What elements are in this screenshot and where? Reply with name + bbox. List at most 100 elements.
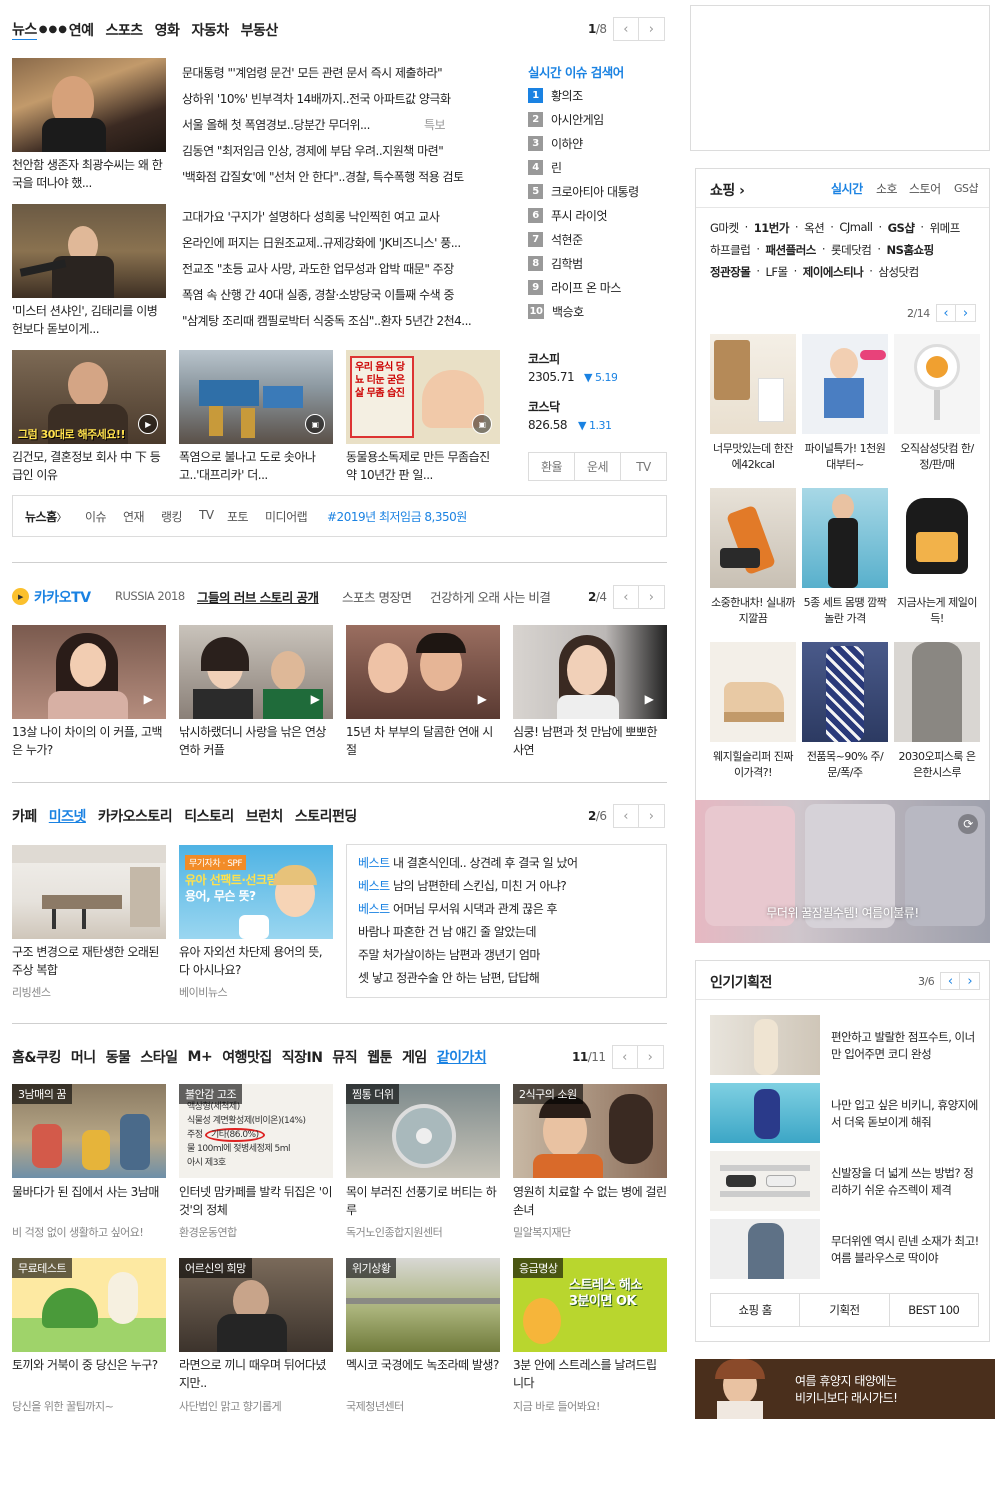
events-title[interactable]: 인기기획전 [710, 972, 772, 992]
tab-car[interactable]: 자동차 [191, 20, 229, 40]
kakaotv-thumb-2[interactable]: ▶ [179, 625, 333, 719]
tab-sports-highlights[interactable]: 스포츠 명장면 [342, 587, 411, 606]
kakaotv-caption-3[interactable]: 15년 차 부부의 달콤한 연애 시절 [346, 723, 500, 761]
link-issue[interactable]: 이슈 [85, 508, 106, 525]
news-thumb-caption-1[interactable]: 김건모, 결혼정보 회사 中 下 등급인 이유 [12, 448, 166, 486]
home-source-7[interactable]: 국제청년센터 [346, 1398, 404, 1414]
home-source-4[interactable]: 밀알복지재단 [513, 1224, 571, 1240]
exchange-button[interactable]: 환율 [529, 453, 575, 480]
home-caption-3[interactable]: 목이 부러진 선풍기로 버티는 하루 [346, 1183, 500, 1221]
tab-webtoon[interactable]: 웹툰 [367, 1047, 392, 1067]
product-caption-3[interactable]: 오직삼성닷컴 한/정/판/매 [894, 441, 980, 473]
tab-tistory[interactable]: 티스토리 [184, 806, 234, 826]
tab-movie[interactable]: 영화 [155, 20, 180, 40]
product-image-2[interactable] [802, 334, 888, 434]
home-caption-6[interactable]: 라면으로 끼니 때우며 뒤어다녔지만.. [179, 1356, 333, 1394]
rank-item-2[interactable]: 2 아시안게임 [528, 111, 604, 128]
tab-health[interactable]: 건강하게 오래 사는 비결 [430, 587, 550, 606]
tab-music[interactable]: 뮤직 [332, 1047, 357, 1067]
shop-tab-gs[interactable]: GS샵 [954, 180, 978, 196]
headline-3[interactable]: 서울 올해 첫 폭염경보..당분간 무더위... [182, 116, 422, 133]
rank-item-4[interactable]: 4린 [528, 159, 562, 176]
link-tv[interactable]: TV [199, 508, 214, 522]
tab-travel[interactable]: 여행맛집 [222, 1047, 272, 1067]
product-caption-7[interactable]: 웨지힐슬리퍼 진짜 이가격?! [710, 749, 796, 781]
home-thumb-1[interactable]: 3남매의 꿈 [12, 1084, 166, 1178]
tab-kakaostory[interactable]: 카카오스토리 [98, 806, 173, 826]
event-text-1[interactable]: 편안하고 발랄한 점프수트, 이너만 입어주면 코디 완성 [831, 1029, 981, 1063]
tab-sports[interactable]: 스포츠 [106, 20, 144, 40]
link-medialab[interactable]: 미디어랩 [265, 508, 307, 525]
best-post-3[interactable]: 베스트 어머님 무서워 시댁과 관계 끊은 후 [358, 900, 557, 917]
prev-icon[interactable]: ‹ [612, 17, 639, 41]
next-icon[interactable]: › [955, 304, 976, 322]
event-text-3[interactable]: 신발장을 더 넓게 쓰는 방법? 정리하기 쉬운 슈즈렉이 제격 [831, 1165, 981, 1199]
event-image-4[interactable] [710, 1219, 820, 1279]
shop-tab-realtime[interactable]: 실시간 [831, 180, 863, 197]
kakaotv-caption-4[interactable]: 심쿵! 남편과 첫 만남에 뽀뽀한 사연 [513, 723, 667, 761]
tab-home-cooking[interactable]: 홈&쿠킹 [12, 1047, 61, 1067]
cafe-caption-2[interactable]: 유아 자외선 차단제 용어의 뜻, 다 아시나요? [179, 943, 333, 981]
news-photo-caption-2[interactable]: '미스터 션샤인', 김태리를 이병헌보다 돋보이게... [12, 302, 166, 340]
tab-entertainment[interactable]: 연예 [69, 20, 94, 40]
next-icon[interactable]: › [960, 972, 981, 990]
product-image-9[interactable] [894, 642, 980, 742]
home-caption-1[interactable]: 물바다가 된 집에서 사는 3남매 [12, 1183, 166, 1221]
home-source-1[interactable]: 비 걱정 없이 생활하고 싶어요! [12, 1224, 144, 1240]
product-image-8[interactable] [802, 642, 888, 742]
tab-together[interactable]: 같이가치 [437, 1047, 487, 1067]
news-photo-1[interactable] [12, 58, 166, 152]
tab-miznet[interactable]: 미즈넷 [49, 806, 87, 826]
realtime-title[interactable]: 실시간 이슈 검색어 [528, 62, 624, 81]
link-series[interactable]: 연재 [123, 508, 144, 525]
product-image-7[interactable] [710, 642, 796, 742]
tab-storyfunding[interactable]: 스토리펀딩 [295, 806, 357, 826]
post-4[interactable]: 바람나 파혼한 건 남 얘긴 줄 알았는데 [358, 923, 536, 940]
home-source-2[interactable]: 환경운동연합 [179, 1224, 237, 1240]
event-text-2[interactable]: 나만 입고 싶은 비키니, 휴양지에서 더욱 돋보이게 해줘 [831, 1097, 981, 1131]
prev-icon[interactable]: ‹ [612, 804, 639, 828]
best100-button[interactable]: BEST 100 [890, 1294, 978, 1326]
rank-item-3[interactable]: 3 이하얀 [528, 135, 583, 152]
tab-russia[interactable]: RUSSIA 2018 [115, 589, 185, 603]
product-caption-5[interactable]: 5종 세트 몸땡 깜짝놀란 가격 [802, 595, 888, 627]
home-thumb-7[interactable]: 위기상황 [346, 1258, 500, 1352]
home-source-8[interactable]: 지금 바로 들어봐요! [513, 1398, 600, 1414]
best-post-1[interactable]: 베스트 내 결혼식인데.. 상견례 후 결국 일 났어 [358, 854, 578, 871]
link-photo[interactable]: 포토 [227, 508, 248, 525]
kospi-label[interactable]: 코스피 [528, 350, 560, 367]
headline-1[interactable]: 문대통령 "'계엄령 문건' 모든 관련 문서 즉시 제출하라" [182, 64, 512, 81]
product-caption-4[interactable]: 소중한내차! 실내까지깔끔 [710, 595, 796, 627]
rank-item-8[interactable]: 8 김학범 [528, 255, 583, 272]
more-dots-icon[interactable]: ●●● [39, 24, 67, 35]
rank-item-5[interactable]: 5 크로아티아 대통령 [528, 183, 639, 200]
tab-love-story[interactable]: 그들의 러브 스토리 공개 [197, 587, 319, 606]
product-caption-9[interactable]: 2030오피스룩 은은한시스루 [894, 749, 980, 781]
news-thumb-caption-3[interactable]: 동물용소독제로 만든 무좀습진약 10년간 판 일... [346, 448, 500, 486]
news-photo-caption-1[interactable]: 천안함 생존자 최광수씨는 왜 한국을 떠나야 했... [12, 156, 166, 194]
home-caption-8[interactable]: 3분 안에 스트레스를 날려드립니다 [513, 1356, 667, 1394]
next-icon[interactable]: › [638, 17, 665, 41]
news-thumb-3[interactable]: 우리 음식 당뇨 티눈 굳은살 무좀 습진 ▣ [346, 350, 500, 444]
product-image-6[interactable] [894, 488, 980, 588]
home-thumb-4[interactable]: 2식구의 소원 [513, 1084, 667, 1178]
tab-brunch[interactable]: 브런치 [246, 806, 284, 826]
news-home-link[interactable]: 뉴스홈〉 [25, 508, 66, 525]
rank-item-10[interactable]: 10 백승호 [528, 303, 584, 320]
tab-money[interactable]: 머니 [71, 1047, 96, 1067]
ad-box-top[interactable] [690, 5, 990, 151]
home-thumb-2[interactable]: 액상형(세척제) 식물성 계면활성제(비이온)(14%) 주정 기타(86.0%… [179, 1084, 333, 1178]
product-image-5[interactable] [802, 488, 888, 588]
home-source-3[interactable]: 독거노인종합지원센터 [346, 1224, 443, 1240]
headline-7[interactable]: 온라인에 퍼지는 日원조교제..규제강화에 'JK비즈니스' 풍... [182, 234, 512, 251]
tab-cafe[interactable]: 카페 [12, 806, 37, 826]
headline-tag[interactable]: 특보 [424, 116, 445, 133]
headline-4[interactable]: 김동연 "최저임금 인상, 경제에 부담 우려..지원책 마련" [182, 142, 512, 159]
product-image-3[interactable] [894, 334, 980, 434]
tab-news[interactable]: 뉴스 [12, 19, 37, 40]
cafe-thumb-2[interactable]: 무기자차 · SPF 유아 선팩트·선크림 용어, 무슨 뜻? [179, 845, 333, 939]
event-text-4[interactable]: 무더위엔 역시 린넨 소재가 최고! 여름 블라우스로 딱이야 [831, 1233, 981, 1267]
news-thumb-1[interactable]: 그럼 30대로 해주세요!! ▶ [12, 350, 166, 444]
shop-tab-store[interactable]: 스토어 [909, 180, 941, 197]
tab-animal[interactable]: 동물 [106, 1047, 131, 1067]
